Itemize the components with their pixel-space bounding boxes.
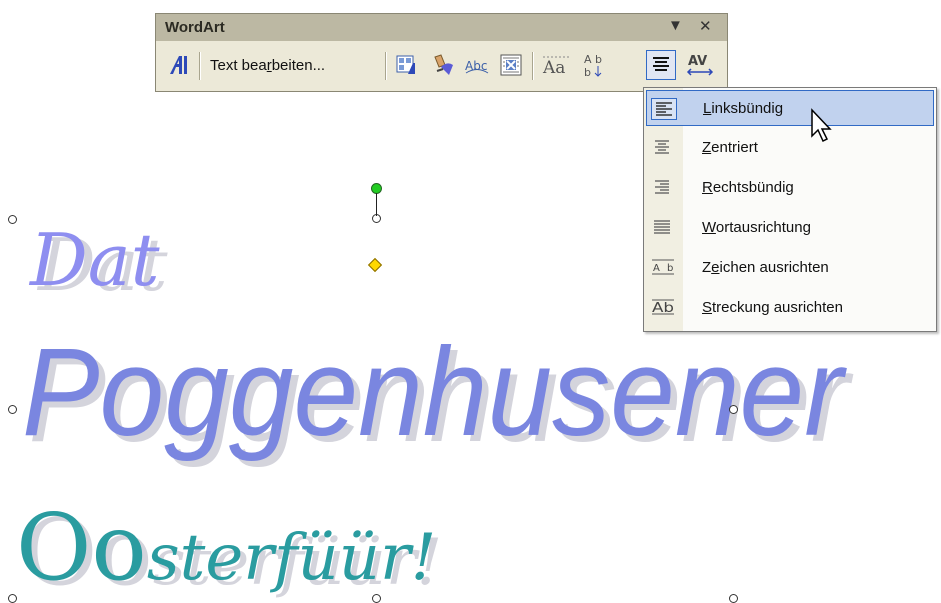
adjustment-handle[interactable] (367, 257, 383, 273)
svg-text:b: b (584, 66, 591, 78)
wordart-line-oosterfuur: Oosterfüür! (16, 494, 437, 601)
resize-handle-bottom-right[interactable] (729, 594, 738, 603)
edit-text-button[interactable]: Text bea r beiten... (206, 50, 329, 80)
wordart-line-dat: Dat (30, 218, 160, 302)
toolbar-separator (385, 52, 387, 80)
menu-item-letter-justify[interactable]: Ab Zeichen ausrichten (646, 250, 934, 286)
svg-text:A: A (584, 53, 592, 66)
menu-item-align-left[interactable]: Linksbündig (646, 90, 934, 126)
toolbar-separator (532, 52, 534, 80)
resize-handle-bottom-left[interactable] (8, 594, 17, 603)
menu-item-word-justify[interactable]: Wortausrichtung (646, 210, 934, 246)
align-center-icon (650, 137, 676, 159)
svg-text:Ab: Ab (652, 301, 674, 316)
alignment-icon[interactable] (646, 50, 676, 80)
menu-item-label: Zentriert (702, 139, 758, 156)
svg-text:Aa: Aa (542, 58, 565, 77)
toolbar-close-icon[interactable]: ✕ (699, 17, 712, 35)
svg-text:AV: AV (688, 54, 707, 69)
menu-item-label: Wortausrichtung (702, 219, 811, 236)
character-spacing-icon[interactable]: AV (684, 50, 716, 80)
menu-item-align-right[interactable]: Rechtsbündig (646, 170, 934, 206)
insert-wordart-icon[interactable] (164, 50, 194, 80)
menu-item-label: Streckung ausrichten (702, 299, 843, 316)
toolbar-buttons: Text bea r beiten... Abc Aa Abb AV (156, 44, 727, 90)
rotation-handle-line (376, 193, 377, 216)
mouse-pointer-icon (810, 108, 834, 149)
svg-text:b: b (595, 53, 602, 66)
letter-justify-icon: Ab (650, 257, 676, 279)
menu-item-label: Linksbündig (703, 100, 784, 117)
format-wordart-icon[interactable] (429, 50, 459, 80)
vertical-text-icon[interactable]: Abb (580, 50, 608, 80)
align-left-icon (651, 98, 677, 120)
wordart-gallery-icon[interactable] (392, 50, 422, 80)
same-letter-heights-icon[interactable]: Aa (540, 50, 574, 80)
alignment-menu: Linksbündig Zentriert Rechtsbündig Worta… (643, 87, 937, 332)
resize-handle-middle-left[interactable] (8, 405, 17, 414)
resize-handle-middle-right[interactable] (729, 405, 738, 414)
menu-item-align-center[interactable]: Zentriert (646, 130, 934, 166)
text-wrapping-icon[interactable] (496, 50, 526, 80)
toolbar-separator (199, 52, 201, 80)
word-justify-icon (650, 217, 676, 239)
menu-item-label: Rechtsbündig (702, 179, 794, 196)
stretch-justify-icon: Ab (650, 297, 676, 319)
menu-item-label: Zeichen ausrichten (702, 259, 829, 276)
toolbar-title: WordArt (165, 19, 225, 36)
toolbar-options-dropdown-icon[interactable]: ▼ (668, 17, 683, 34)
resize-handle-top-left[interactable] (8, 215, 17, 224)
wordart-toolbar: WordArt ▼ ✕ Text bea r beiten... Abc Aa … (155, 13, 728, 92)
menu-item-stretch-justify[interactable]: Ab Streckung ausrichten (646, 290, 934, 326)
wordart-shape-icon[interactable]: Abc (462, 50, 492, 80)
toolbar-title-bar[interactable]: WordArt ▼ ✕ (156, 14, 727, 41)
svg-text:A: A (653, 263, 660, 274)
svg-text:b: b (667, 263, 673, 274)
resize-handle-bottom-center[interactable] (372, 594, 381, 603)
wordart-line-poggenhusener: Poggenhusener (22, 323, 843, 462)
align-right-icon (650, 177, 676, 199)
